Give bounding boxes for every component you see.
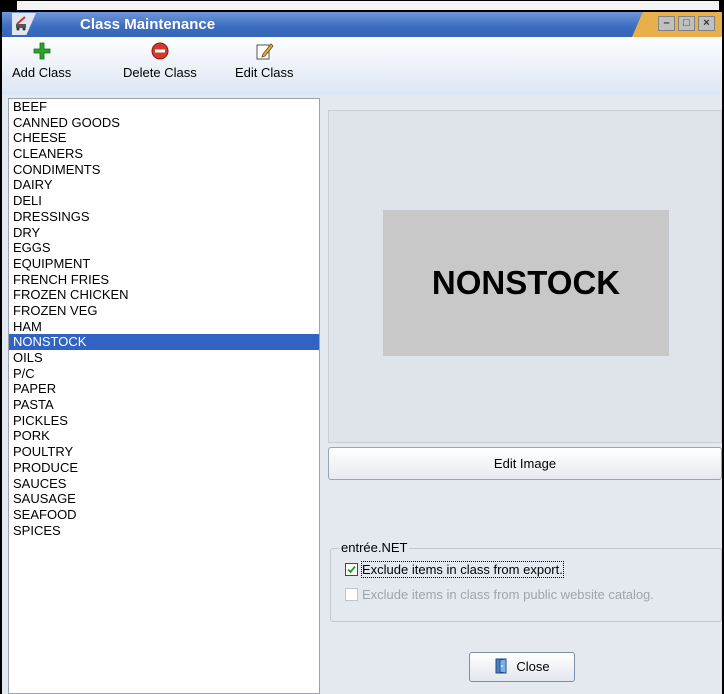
- window-controls: – □ ×: [632, 12, 722, 37]
- class-list-item[interactable]: FROZEN CHICKEN: [9, 287, 319, 303]
- class-list-item[interactable]: SAUSAGE: [9, 491, 319, 507]
- exclude-website-checkbox: Exclude items in class from public websi…: [345, 587, 654, 602]
- class-list-item[interactable]: CANNED GOODS: [9, 115, 319, 131]
- class-list-item[interactable]: POULTRY: [9, 444, 319, 460]
- toolbar: Add Class Delete Class Edit Class: [2, 37, 722, 96]
- checkbox-box-disabled: [345, 588, 358, 601]
- class-list-item[interactable]: PAPER: [9, 381, 319, 397]
- add-class-button[interactable]: Add Class: [12, 41, 71, 80]
- class-list-item[interactable]: NONSTOCK: [9, 334, 319, 350]
- title-bar[interactable]: Class Maintenance – □ ×: [2, 12, 722, 37]
- class-list[interactable]: BEEF CANNED GOODS CHEESE CLEANERS CONDIMENTS…: [8, 98, 320, 694]
- class-list-item[interactable]: CONDIMENTS: [9, 162, 319, 178]
- class-list-item[interactable]: CLEANERS: [9, 146, 319, 162]
- class-list-item[interactable]: PICKLES: [9, 413, 319, 429]
- window-title: Class Maintenance: [80, 16, 216, 33]
- edit-image-button[interactable]: Edit Image: [328, 447, 722, 480]
- class-list-item[interactable]: EGGS: [9, 240, 319, 256]
- exclude-website-label: Exclude items in class from public websi…: [362, 587, 654, 602]
- background-strip: [16, 0, 720, 11]
- exclude-export-checkbox[interactable]: Exclude items in class from export.: [345, 561, 564, 578]
- delete-circle-icon: [151, 42, 169, 60]
- class-list-item[interactable]: BEEF: [9, 99, 319, 115]
- checkbox-box[interactable]: [345, 563, 358, 576]
- class-list-item[interactable]: P/C: [9, 366, 319, 382]
- checkmark-icon: [347, 565, 356, 574]
- entree-net-group: entrée.NET Exclude items in class from e…: [330, 540, 722, 622]
- delete-class-button[interactable]: Delete Class: [123, 41, 197, 80]
- class-list-item[interactable]: OILS: [9, 350, 319, 366]
- maximize-icon[interactable]: □: [678, 16, 695, 31]
- edit-pencil-icon: [256, 43, 274, 60]
- edit-class-label: Edit Class: [235, 65, 294, 80]
- add-class-label: Add Class: [12, 65, 72, 80]
- group-legend: entrée.NET: [339, 540, 410, 555]
- class-list-item[interactable]: PRODUCE: [9, 460, 319, 476]
- plus-icon: [33, 42, 51, 60]
- class-list-item[interactable]: FRENCH FRIES: [9, 272, 319, 288]
- door-exit-icon: [495, 658, 507, 674]
- class-list-item[interactable]: PORK: [9, 428, 319, 444]
- close-button[interactable]: Close: [469, 652, 575, 682]
- class-list-item[interactable]: SAUCES: [9, 476, 319, 492]
- class-list-item[interactable]: FROZEN VEG: [9, 303, 319, 319]
- class-list-item[interactable]: SEAFOOD: [9, 507, 319, 523]
- exclude-export-label: Exclude items in class from export.: [361, 561, 564, 578]
- app-window: Class Maintenance – □ × Add Class Delete…: [0, 0, 724, 694]
- class-list-item[interactable]: SPICES: [9, 523, 319, 539]
- class-list-item[interactable]: HAM: [9, 319, 319, 335]
- content-area: BEEF CANNED GOODS CHEESE CLEANERS CONDIMENTS…: [2, 95, 722, 694]
- class-list-item[interactable]: DELI: [9, 193, 319, 209]
- edit-class-button[interactable]: Edit Class: [235, 41, 294, 80]
- delete-class-label: Delete Class: [123, 65, 197, 80]
- class-list-item[interactable]: EQUIPMENT: [9, 256, 319, 272]
- class-image: NONSTOCK: [383, 210, 669, 356]
- app-icon: [12, 13, 36, 35]
- minimize-icon[interactable]: –: [658, 16, 675, 31]
- image-panel: NONSTOCK: [328, 110, 722, 443]
- class-list-item[interactable]: CHEESE: [9, 130, 319, 146]
- close-window-icon[interactable]: ×: [698, 16, 715, 31]
- class-list-item[interactable]: PASTA: [9, 397, 319, 413]
- class-list-item[interactable]: DRESSINGS: [9, 209, 319, 225]
- class-list-item[interactable]: DAIRY: [9, 177, 319, 193]
- close-button-label: Close: [516, 659, 550, 674]
- class-list-item[interactable]: DRY: [9, 225, 319, 241]
